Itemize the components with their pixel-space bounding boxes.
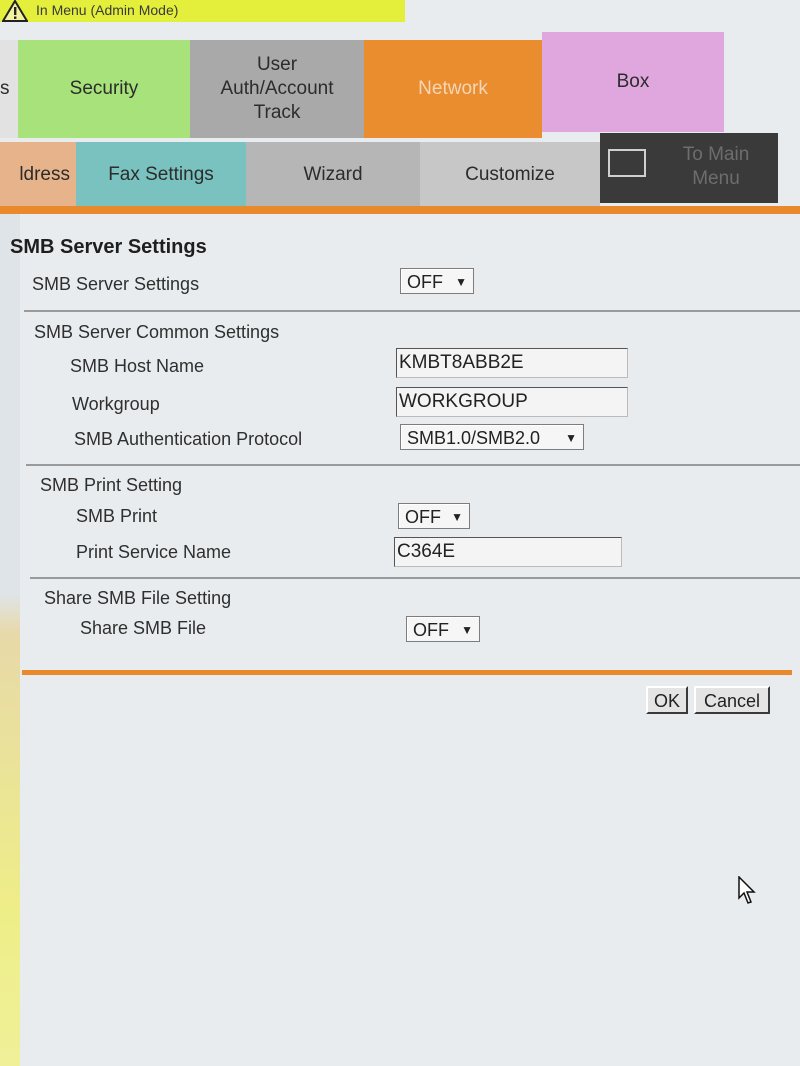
host-name-label: SMB Host Name [70,356,205,376]
cancel-button[interactable]: Cancel [694,686,770,714]
smb-print-value: OFF [405,507,441,527]
tab-security-label: Security [69,78,139,99]
chevron-down-icon: ▼ [455,275,467,289]
auth-protocol-value: SMB1.0/SMB2.0 [407,428,541,448]
share-file-label: Share SMB File [80,618,207,638]
form-bottom-divider [22,670,792,675]
banner-text: In Menu (Admin Mode) [36,2,179,18]
section-divider [26,464,800,466]
smb-server-select[interactable]: OFF ▼ [400,268,474,294]
tab-wizard-label: Wizard [303,164,363,185]
auth-protocol-label: SMB Authentication Protocol [74,429,303,449]
workgroup-field[interactable]: WORKGROUP [396,387,628,417]
tab-address[interactable]: ldress [0,142,76,208]
to-main-menu-button[interactable]: To Main Menu [600,133,778,203]
tab-customize-label: Customize [465,164,555,185]
section-divider [24,310,800,312]
admin-mode-banner: In Menu (Admin Mode) [0,0,405,22]
print-service-label: Print Service Name [76,542,232,562]
chevron-down-icon: ▼ [461,623,473,637]
ok-button[interactable]: OK [646,686,688,714]
tab-partial-left[interactable]: s [0,40,18,138]
tab-divider [0,206,800,214]
tab-security[interactable]: Security [18,40,190,138]
chevron-down-icon: ▼ [451,510,463,524]
print-setting-heading: SMB Print Setting [40,475,183,495]
tab-user-auth-account-track[interactable]: User Auth/Account Track [190,40,364,138]
left-edge-strip [0,214,20,1066]
tab-box-label: Box [616,71,650,92]
common-settings-heading: SMB Server Common Settings [34,322,280,342]
tab-user-label: User Auth/Account Track [220,54,334,123]
share-file-heading: Share SMB File Setting [44,588,232,608]
mouse-pointer-icon [738,876,756,904]
tab-fax-label: Fax Settings [108,164,214,185]
tab-fax-settings[interactable]: Fax Settings [76,142,246,208]
main-menu-label: To Main Menu [682,144,750,189]
tab-address-label: ldress [19,164,70,185]
tab-partial-left-label: s [0,78,10,99]
host-name-field[interactable]: KMBT8ABB2E [396,348,628,378]
smb-server-value: OFF [407,272,443,292]
main-menu-icon [608,149,646,177]
smb-print-label: SMB Print [76,506,158,526]
share-file-value: OFF [413,620,449,640]
auth-protocol-select[interactable]: SMB1.0/SMB2.0 ▼ [400,424,584,450]
smb-server-label: SMB Server Settings [32,274,200,294]
tab-wizard[interactable]: Wizard [246,142,420,208]
warning-icon [2,0,28,22]
share-file-select[interactable]: OFF ▼ [406,616,480,642]
chevron-down-icon: ▼ [565,431,577,445]
tab-network[interactable]: Network [364,40,542,138]
print-service-field[interactable]: C364E [394,537,622,567]
tab-box[interactable]: Box [542,32,724,132]
smb-print-select[interactable]: OFF ▼ [398,503,470,529]
section-divider [30,577,800,579]
workgroup-label: Workgroup [72,394,160,414]
tab-network-label: Network [418,78,488,99]
tab-customize[interactable]: Customize [420,142,600,208]
page-title: SMB Server Settings [10,236,207,258]
